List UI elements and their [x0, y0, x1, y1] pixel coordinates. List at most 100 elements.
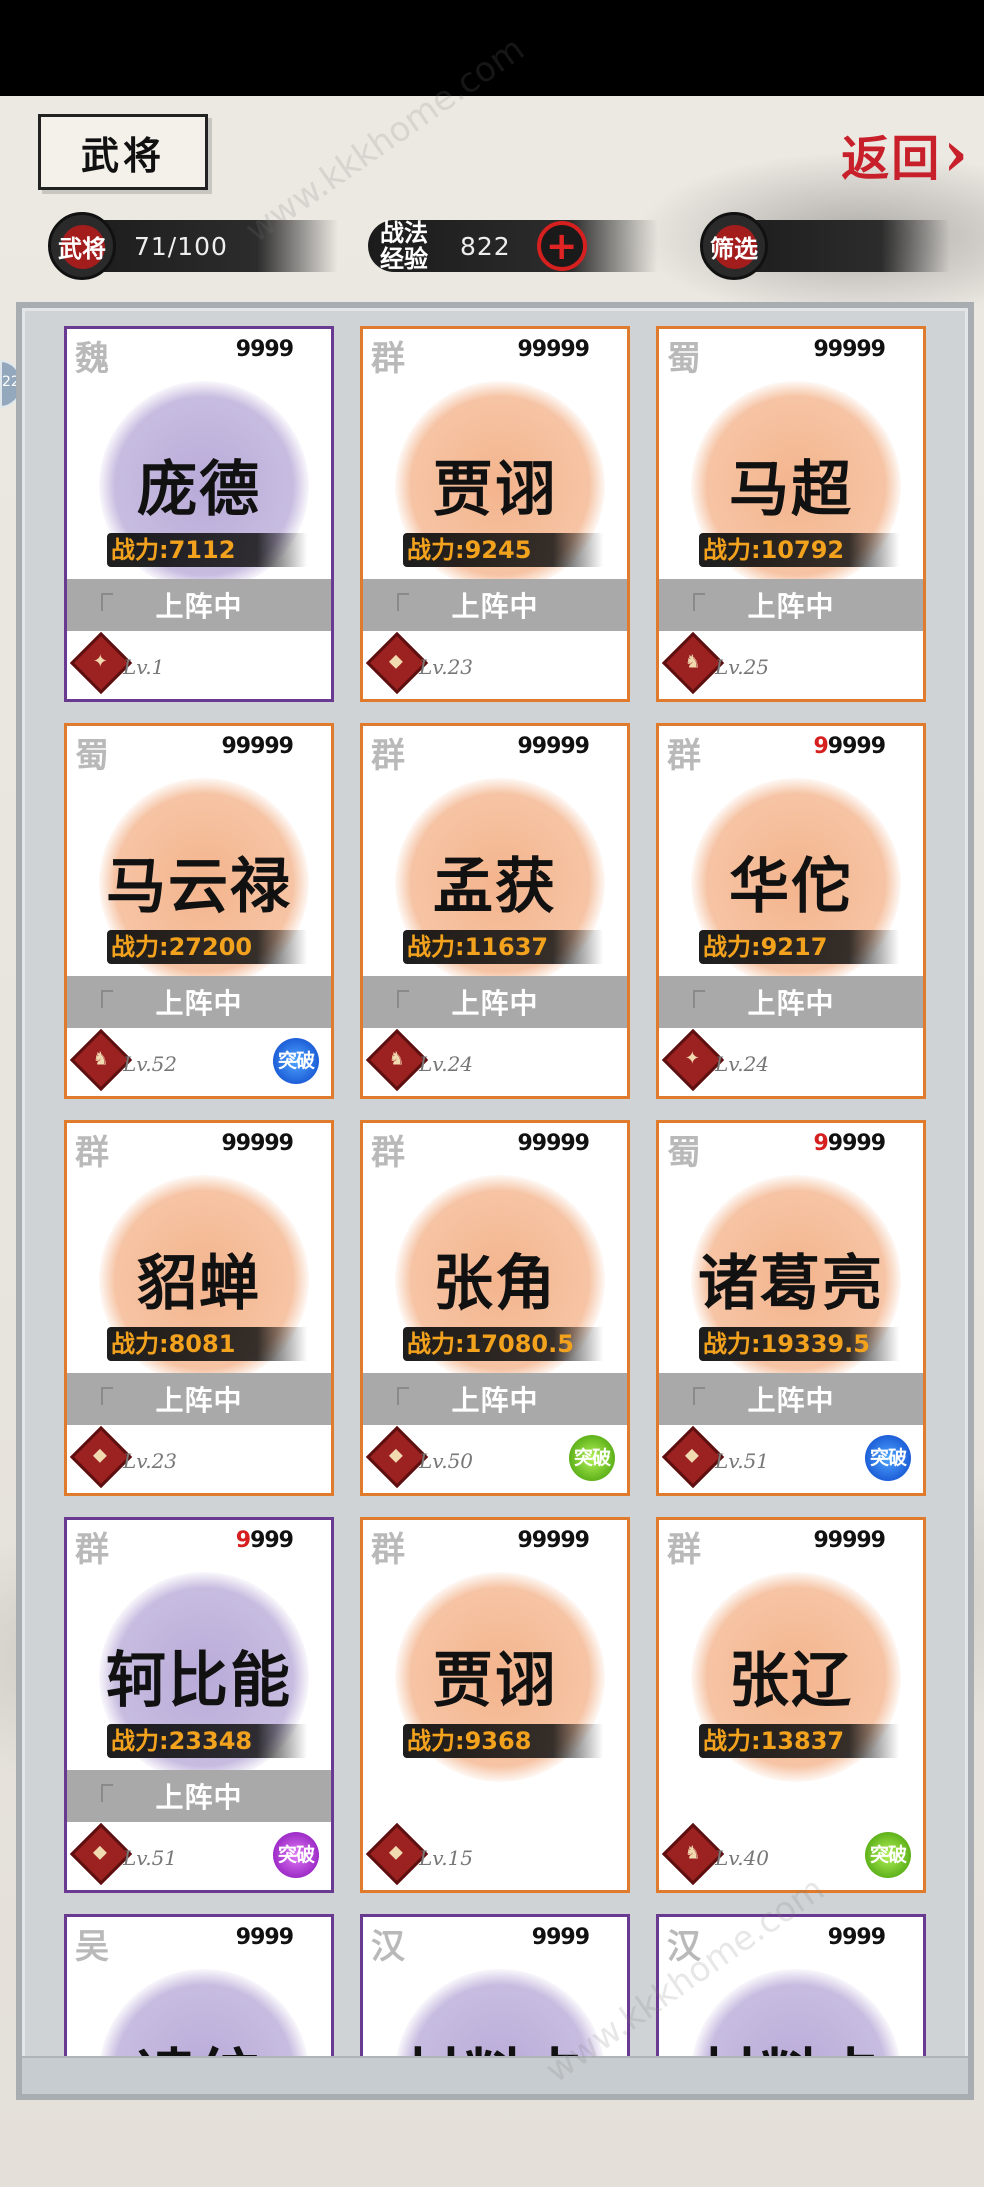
level-label: Lv.51	[123, 1846, 178, 1870]
general-card[interactable]: 群 99999 贾诩 战力:9245 上阵中 ◆ Lv.23	[360, 326, 630, 702]
power-value: 战力:13837	[699, 1724, 899, 1758]
filter-seal-icon: 筛选	[700, 212, 768, 280]
panel-bottom-edge	[22, 2056, 968, 2094]
breakthrough-badge: 突破	[273, 1038, 319, 1084]
star-black: 9999	[827, 734, 886, 759]
general-card[interactable]: 群 99999 贾诩战力:9368 ◆ Lv.15	[360, 1517, 630, 1893]
general-card[interactable]: 群 99999 华佗 战力:9217 上阵中 ✦ Lv.24	[656, 723, 926, 1099]
kingdom-label: 蜀	[667, 1133, 701, 1173]
breakthrough-badge: 突破	[865, 1435, 911, 1481]
star-rating: 99999	[221, 734, 294, 759]
level-label: Lv.1	[123, 655, 165, 679]
general-card[interactable]: 群 99999 貂蝉 战力:8081 上阵中 ◆ Lv.23	[64, 1120, 334, 1496]
star-rating: 99999	[813, 1131, 886, 1156]
level-label: Lv.40	[715, 1846, 770, 1870]
deploy-status: 上阵中	[67, 976, 331, 1028]
general-card[interactable]: 蜀 99999 马超 战力:10792 上阵中 ♞ Lv.25	[656, 326, 926, 702]
level-label: Lv.50	[419, 1449, 474, 1473]
troop-class-glyph: ♞	[92, 1048, 109, 1070]
troop-class-glyph: ◆	[684, 1444, 699, 1466]
card-grid: 魏 9999 庞德 战力:7112 上阵中 ✦ Lv.1 群 99999 贾诩 战力:9245 上阵中…	[22, 308, 968, 2094]
kingdom-label: 蜀	[667, 339, 701, 379]
level-label: Lv.15	[419, 1846, 474, 1870]
star-black: 99999	[221, 734, 294, 759]
star-black: 99999	[517, 1528, 590, 1553]
troop-class-glyph: ◆	[92, 1841, 107, 1863]
breakthrough-badge: 突破	[569, 1435, 615, 1481]
star-red: 9	[235, 1528, 251, 1553]
kingdom-label: 群	[75, 1530, 109, 1570]
star-black: 99999	[517, 734, 590, 759]
breakthrough-badge: 突破	[865, 1832, 911, 1878]
deploy-status: 上阵中	[659, 976, 923, 1028]
star-black: 9999	[235, 337, 294, 362]
power-value: 战力:10792	[699, 533, 899, 567]
star-black: 99999	[221, 1131, 294, 1156]
general-card[interactable]: 魏 9999 庞德 战力:7112 上阵中 ✦ Lv.1	[64, 326, 334, 702]
general-name: 贾诩	[433, 1646, 557, 1716]
add-exp-button[interactable]: +	[536, 221, 587, 271]
level-label: Lv.52	[123, 1052, 178, 1076]
power-value: 战力:11637	[403, 930, 603, 964]
general-seal-label: 武将	[58, 233, 106, 263]
general-list-panel[interactable]: 魏 9999 庞德 战力:7112 上阵中 ✦ Lv.1 群 99999 贾诩 战力:9245 上阵中…	[16, 302, 974, 2100]
troop-class-glyph: ◆	[388, 1841, 403, 1863]
general-name: 孟获	[433, 852, 557, 922]
general-card[interactable]: 蜀 99999 马云禄 战力:27200 上阵中 ♞ Lv.52 突破	[64, 723, 334, 1099]
tactic-exp-label-line2: 经验	[380, 244, 428, 273]
troop-class-glyph: ♞	[684, 1842, 701, 1864]
power-value: 战力:17080.5	[403, 1327, 603, 1361]
general-name: 貂蝉	[137, 1249, 261, 1319]
deploy-status: 上阵中	[659, 579, 923, 631]
power-value: 战力:27200	[107, 930, 307, 964]
general-card[interactable]: 群 99999 孟获 战力:11637 上阵中 ♞ Lv.24	[360, 723, 630, 1099]
back-button[interactable]: 返回 ›	[800, 118, 970, 190]
power-value: 战力:23348	[107, 1724, 307, 1758]
power-value: 战力:9245	[403, 533, 603, 567]
star-rating: 9999	[235, 337, 294, 362]
kingdom-label: 群	[667, 1530, 701, 1570]
star-black: 9999	[827, 1131, 886, 1156]
deploy-status: 上阵中	[363, 976, 627, 1028]
power-value: 战力:9217	[699, 930, 899, 964]
kingdom-label: 群	[371, 1530, 405, 1570]
general-name: 张辽	[729, 1646, 853, 1716]
general-card[interactable]: 群 99999 张角 战力:17080.5 上阵中 ◆ Lv.50 突破	[360, 1120, 630, 1496]
star-red: 9	[813, 1131, 828, 1156]
power-value: 战力:7112	[107, 533, 307, 567]
general-name: 庞德	[137, 455, 261, 525]
deploy-status: 上阵中	[363, 1373, 627, 1425]
power-value: 战力:8081	[107, 1327, 307, 1361]
kingdom-label: 魏	[75, 339, 109, 379]
star-rating: 99999	[517, 1528, 590, 1553]
tactic-exp-value: 822	[460, 231, 511, 261]
general-count-value: 71/100	[134, 231, 228, 261]
tactic-exp-stat: 战法 经验 822 +	[368, 212, 658, 280]
star-rating: 99999	[517, 1131, 590, 1156]
general-count-stat: 武将 71/100	[48, 212, 338, 280]
deploy-status: 上阵中	[67, 1373, 331, 1425]
general-card[interactable]: 群 9999 轲比能 战力:23348 上阵中 ◆ Lv.51 突破	[64, 1517, 334, 1893]
general-name: 马超	[729, 455, 853, 525]
troop-class-glyph: ◆	[92, 1444, 107, 1466]
general-seal-icon: 武将	[48, 212, 116, 280]
troop-class-glyph: ✦	[92, 651, 108, 673]
general-name: 贾诩	[433, 455, 557, 525]
general-card[interactable]: 群 99999 张辽 战力:13837 ♞ Lv.40 突破	[656, 1517, 926, 1893]
general-name: 张角	[433, 1249, 557, 1319]
kingdom-label: 群	[667, 736, 701, 776]
kingdom-label: 蜀	[75, 736, 109, 776]
star-rating: 99999	[813, 337, 886, 362]
filter-button[interactable]: 筛选	[700, 212, 950, 280]
kingdom-label: 吴	[75, 1927, 109, 1967]
general-name: 轲比能	[106, 1646, 292, 1716]
level-label: Lv.25	[715, 655, 770, 679]
level-label: Lv.23	[419, 655, 474, 679]
power-value: 战力:9368	[403, 1724, 603, 1758]
back-label: 返回	[841, 131, 942, 187]
general-card[interactable]: 蜀 99999 诸葛亮 战力:19339.5 上阵中 ◆ Lv.51 突破	[656, 1120, 926, 1496]
star-red: 9	[813, 734, 828, 759]
level-label: Lv.24	[419, 1052, 474, 1076]
star-black: 9999	[531, 1925, 590, 1950]
kingdom-label: 群	[371, 339, 405, 379]
